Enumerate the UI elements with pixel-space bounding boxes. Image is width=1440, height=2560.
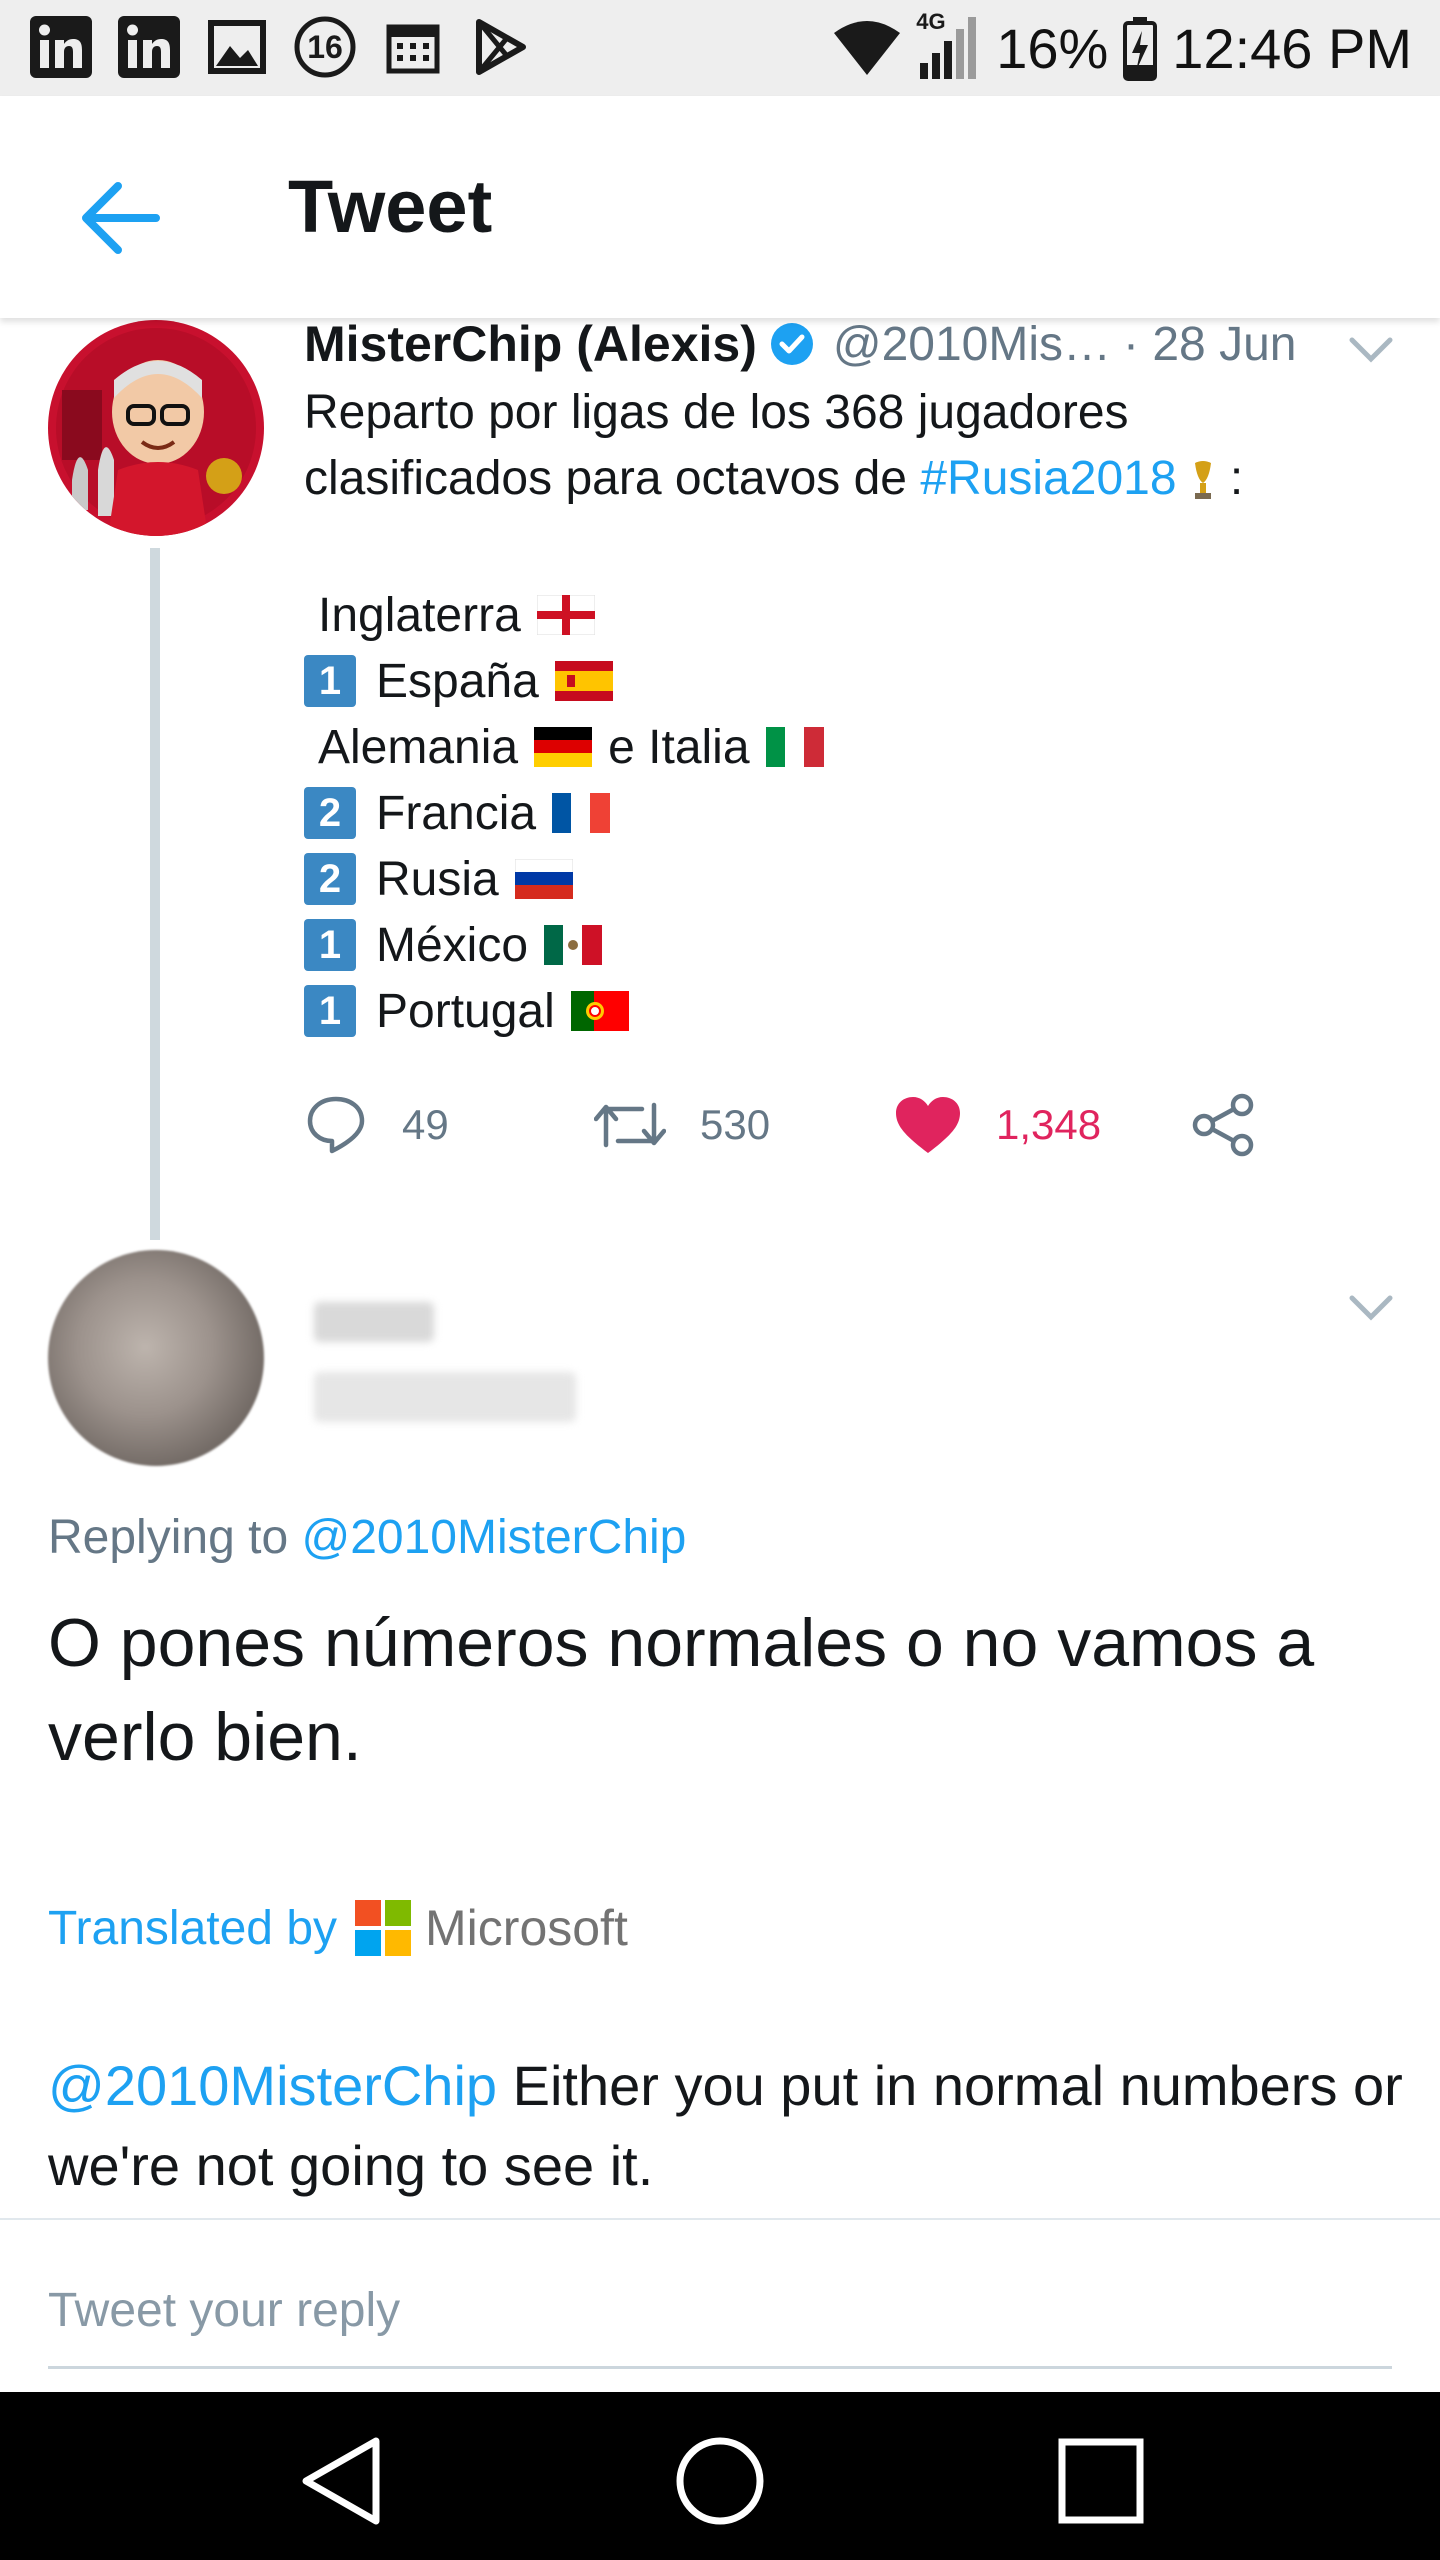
france-flag-icon bbox=[552, 793, 611, 833]
reply-count: 49 bbox=[402, 1101, 449, 1148]
linkedin-icon bbox=[116, 14, 182, 80]
translation-attribution[interactable]: Translated by Microsoft bbox=[48, 1896, 628, 1960]
number-badge: 2 bbox=[304, 787, 356, 839]
mexico-flag-icon bbox=[544, 925, 603, 965]
arrow-left-icon[interactable] bbox=[78, 176, 162, 260]
tweet-text-line2: clasificados para octavos de #Rusia2018 … bbox=[304, 446, 1384, 512]
hashtag-link[interactable]: #Rusia2018 bbox=[920, 452, 1176, 505]
home-circle-icon bbox=[676, 2437, 764, 2525]
russia-flag-icon bbox=[514, 859, 573, 899]
list-item: 2 Francia bbox=[304, 780, 824, 846]
trophy-icon bbox=[1194, 461, 1211, 500]
nav-recents-button[interactable] bbox=[1046, 2426, 1156, 2536]
list-item: 1 México bbox=[304, 912, 824, 978]
author-handle[interactable]: @2010Mis… bbox=[833, 317, 1111, 372]
cell-signal: 4G bbox=[916, 9, 982, 83]
circle-16-number: 16 bbox=[307, 28, 343, 65]
list-item: Alemania e Italia bbox=[304, 714, 824, 780]
number-badge: 1 bbox=[304, 919, 356, 971]
blurred-author-name bbox=[314, 1302, 434, 1342]
list-item-label: Francia bbox=[376, 786, 537, 840]
replying-to-mention[interactable]: @2010MisterChip bbox=[301, 1511, 686, 1564]
tweet-text-suffix: : bbox=[1216, 452, 1244, 505]
author-name[interactable]: MisterChip (Alexis) bbox=[304, 315, 757, 373]
like-count: 1,348 bbox=[996, 1101, 1102, 1148]
top-app-bar: Tweet bbox=[0, 96, 1440, 318]
recents-square-icon bbox=[1058, 2438, 1144, 2524]
tweet-text-line1: Reparto por ligas de los 368 jugadores bbox=[304, 386, 1129, 439]
tweet-text-prefix: clasificados para octavos de bbox=[304, 452, 921, 505]
reply-input-underline bbox=[48, 2366, 1392, 2369]
clock: 12:46 PM bbox=[1172, 16, 1412, 80]
reply-avatar[interactable] bbox=[48, 1250, 264, 1466]
list-item-label: España bbox=[376, 654, 539, 708]
share-icon bbox=[1192, 1093, 1254, 1157]
list-item-label: Portugal bbox=[376, 984, 555, 1038]
linkedin-icon bbox=[28, 14, 94, 80]
battery-charging-icon bbox=[1123, 17, 1158, 81]
italy-flag-icon bbox=[765, 727, 824, 767]
heart-icon bbox=[896, 1097, 960, 1153]
spain-flag-icon bbox=[554, 661, 613, 701]
like-button[interactable]: 1,348 bbox=[894, 1090, 1101, 1160]
portugal-flag-icon bbox=[570, 991, 629, 1031]
chevron-down-icon[interactable] bbox=[1346, 1290, 1396, 1326]
status-right: 4G 16% 12:46 PM bbox=[832, 0, 1412, 96]
england-flag-icon bbox=[536, 595, 595, 635]
blurred-author-handle bbox=[314, 1372, 576, 1422]
battery-percent: 16% bbox=[996, 16, 1109, 80]
tweet-actions: 49 530 1,348 bbox=[304, 1080, 1304, 1170]
list-item-label: Inglaterra bbox=[318, 588, 521, 642]
calendar-icon bbox=[380, 14, 446, 80]
germany-flag-icon bbox=[534, 727, 593, 767]
wifi-icon bbox=[834, 21, 901, 75]
translated-text: @2010MisterChip Either you put in normal… bbox=[48, 2046, 1408, 2206]
translation-mention[interactable]: @2010MisterChip bbox=[48, 2054, 497, 2117]
microsoft-logo-icon bbox=[355, 1900, 412, 1956]
list-item: 1 España bbox=[304, 648, 824, 714]
number-badge: 1 bbox=[304, 655, 356, 707]
status-bar: 16 4G 16% 12:46 PM bbox=[0, 0, 1440, 96]
page-title: Tweet bbox=[288, 165, 493, 248]
notification-icons: 16 bbox=[28, 14, 534, 80]
reply-button[interactable]: 49 bbox=[304, 1090, 449, 1160]
tweet-header: MisterChip (Alexis) @2010Mis… · 28 Jun bbox=[304, 314, 1404, 374]
number-badge: 2 bbox=[304, 853, 356, 905]
tweet-date: · 28 Jun bbox=[1123, 317, 1297, 371]
replying-prefix: Replying to bbox=[48, 1511, 302, 1564]
list-item-label-secondary: e Italia bbox=[608, 720, 750, 774]
list-item: Inglaterra bbox=[304, 582, 824, 648]
replying-to: Replying to @2010MisterChip bbox=[48, 1510, 686, 1565]
verified-badge-icon bbox=[770, 323, 813, 365]
thread-connector bbox=[150, 548, 160, 1240]
reply-icon bbox=[307, 1096, 365, 1154]
translator-name: Microsoft bbox=[425, 1900, 628, 1956]
list-item: 1 Portugal bbox=[304, 978, 824, 1044]
nav-home-button[interactable] bbox=[665, 2426, 775, 2536]
retweet-icon bbox=[594, 1102, 666, 1148]
list-item-label: Alemania bbox=[318, 720, 519, 774]
signal-icon bbox=[920, 17, 977, 79]
share-button[interactable] bbox=[1190, 1090, 1290, 1160]
list-item-label: México bbox=[376, 918, 529, 972]
system-nav-bar bbox=[0, 2392, 1440, 2560]
nav-back-button[interactable] bbox=[286, 2426, 396, 2536]
reply-input[interactable] bbox=[48, 2270, 1388, 2350]
retweet-button[interactable]: 530 bbox=[594, 1090, 770, 1160]
image-icon bbox=[204, 14, 270, 80]
composer-divider bbox=[0, 2218, 1440, 2220]
number-badge: 1 bbox=[304, 985, 356, 1037]
list-item: 2 Rusia bbox=[304, 846, 824, 912]
translated-by-label: Translated by bbox=[48, 1901, 338, 1955]
avatar[interactable] bbox=[48, 320, 264, 536]
list-item-label: Rusia bbox=[376, 852, 499, 906]
play-store-icon bbox=[468, 14, 534, 80]
retweet-count: 530 bbox=[700, 1101, 771, 1148]
reply-text: O pones números normales o no vamos a ve… bbox=[48, 1605, 1315, 1775]
chevron-down-icon[interactable] bbox=[1346, 332, 1396, 368]
back-triangle-icon bbox=[302, 2437, 380, 2525]
league-list: Inglaterra 1 España Alemania e Italia 2 … bbox=[304, 582, 824, 1044]
circle-16-icon: 16 bbox=[292, 14, 358, 80]
tweet-text: Reparto por ligas de los 368 jugadores c… bbox=[304, 380, 1384, 512]
